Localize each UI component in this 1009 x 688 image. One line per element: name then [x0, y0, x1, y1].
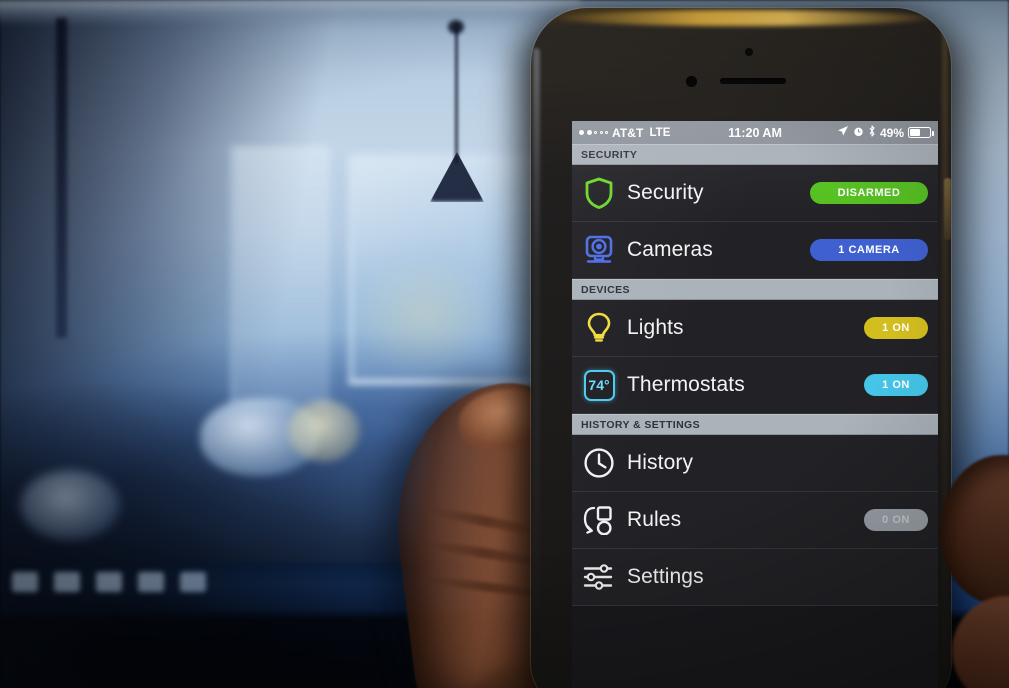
background-doorway	[230, 146, 330, 406]
row-lights[interactable]: Lights 1 ON	[572, 300, 938, 357]
earpiece-speaker	[720, 78, 786, 84]
camera-icon	[581, 232, 617, 268]
status-badge[interactable]: 1 CAMERA	[810, 239, 928, 261]
app-content: SECURITY Security Disarmed	[572, 144, 938, 688]
row-settings[interactable]: Settings	[572, 549, 938, 606]
background-pillow	[20, 470, 120, 540]
phone-top-edge-glint	[557, 10, 929, 26]
status-bar: AT&T LTE 11:20 AM 49%	[572, 121, 938, 144]
status-badge[interactable]: Disarmed	[810, 182, 928, 204]
location-arrow-icon	[837, 125, 849, 140]
section-header-history-settings: HISTORY & SETTINGS	[572, 414, 938, 435]
background-door-frame	[56, 18, 67, 338]
bluetooth-icon	[868, 125, 876, 140]
network-type-label: LTE	[649, 126, 671, 139]
alarm-icon	[853, 126, 864, 140]
row-label: Rules	[627, 508, 682, 531]
phone-screen[interactable]: AT&T LTE 11:20 AM 49% SECURITY Security …	[572, 121, 938, 688]
section-header-devices: DEVICES	[572, 279, 938, 300]
carrier-label: AT&T	[612, 125, 644, 140]
power-button[interactable]	[944, 178, 951, 240]
status-badge[interactable]: 1 ON	[864, 317, 928, 339]
row-security[interactable]: Security Disarmed	[572, 165, 938, 222]
thermostat-icon: 74°	[581, 367, 617, 403]
background-pillow	[288, 400, 360, 462]
background-monitor-bezel	[0, 0, 580, 26]
row-label: History	[627, 451, 694, 474]
row-cameras[interactable]: Cameras 1 CAMERA	[572, 222, 938, 279]
status-badge[interactable]: 1 ON	[864, 374, 928, 396]
proximity-sensor-icon	[745, 48, 753, 56]
row-label: Lights	[627, 316, 684, 339]
row-history[interactable]: History	[572, 435, 938, 492]
phone-left-edge-glint	[533, 48, 540, 648]
row-label: Thermostats	[627, 373, 745, 396]
row-rules[interactable]: Rules 0 ON	[572, 492, 938, 549]
background-lamp-cord	[455, 24, 458, 164]
front-camera-icon	[686, 76, 697, 87]
shield-icon	[581, 175, 617, 211]
row-label: Security	[627, 181, 704, 204]
row-label: Cameras	[627, 238, 713, 261]
background-taskbar-icons	[8, 570, 218, 596]
status-badge[interactable]: 0 ON	[864, 509, 928, 531]
row-label: Settings	[627, 565, 704, 588]
clock-icon	[581, 445, 617, 481]
lightbulb-icon	[581, 310, 617, 346]
row-thermostats[interactable]: 74° Thermostats 1 ON	[572, 357, 938, 414]
photo-scene: AT&T LTE 11:20 AM 49% SECURITY Security …	[0, 0, 1009, 688]
battery-percent-label: 49%	[879, 125, 904, 140]
thermostat-temperature-label: 74°	[583, 369, 615, 401]
rules-icon	[581, 502, 617, 538]
section-header-security: SECURITY	[572, 144, 938, 165]
signal-strength-icon	[579, 130, 608, 135]
sliders-icon	[581, 559, 617, 595]
battery-icon	[908, 127, 934, 138]
smartphone: AT&T LTE 11:20 AM 49% SECURITY Security …	[531, 8, 951, 688]
phone-right-edge-glint	[942, 30, 948, 688]
screen-empty-area	[572, 606, 938, 688]
